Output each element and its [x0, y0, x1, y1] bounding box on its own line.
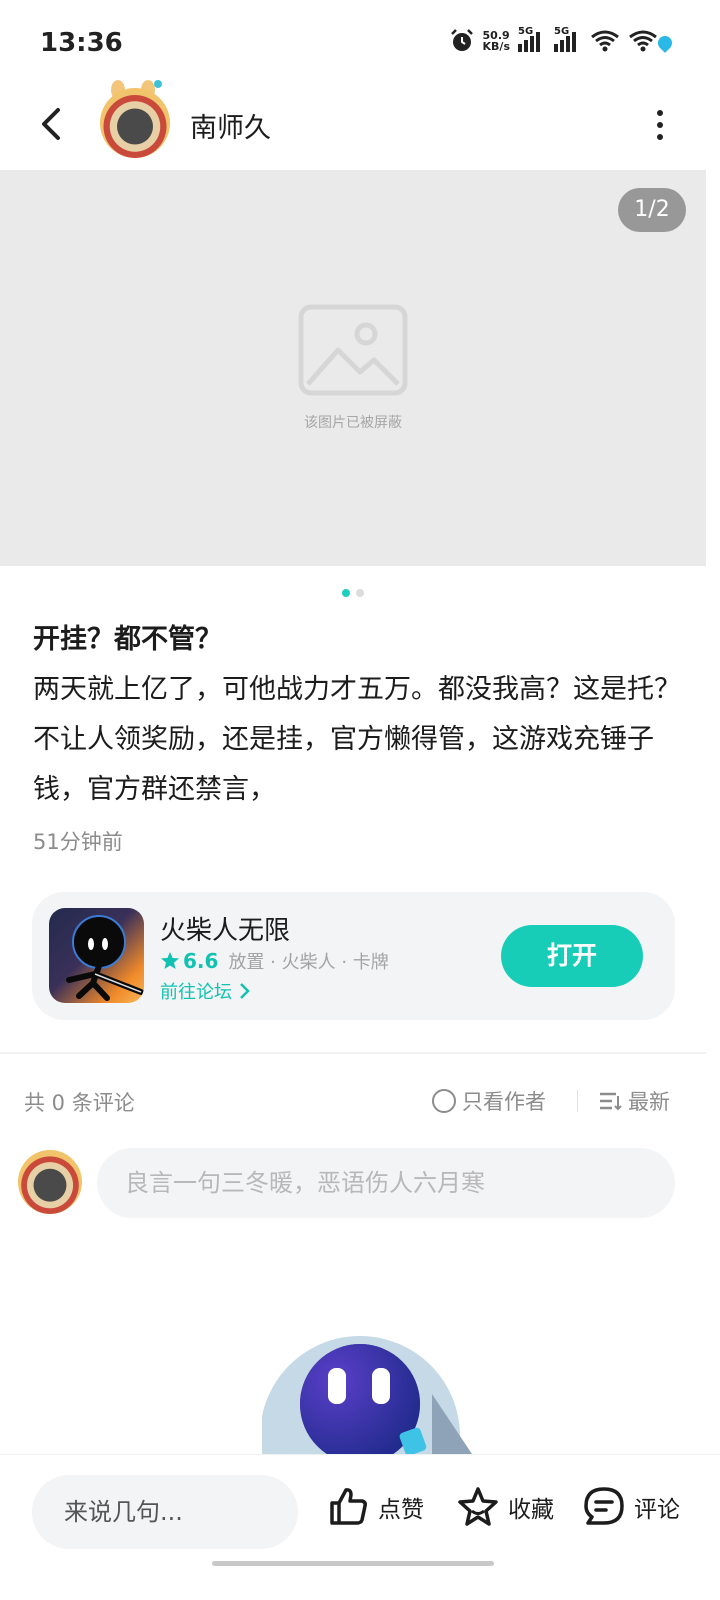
- pagination-dot: [356, 589, 364, 597]
- more-options-icon[interactable]: [654, 110, 666, 140]
- game-tags: 放置 · 火柴人 · 卡牌: [228, 952, 389, 973]
- comment-icon: [584, 1487, 624, 1525]
- bottom-bar: 来说几句... 点赞 收藏 评论: [0, 1454, 720, 1600]
- post-time: 51分钟前: [33, 830, 123, 854]
- alarm-icon: [450, 29, 473, 51]
- author-only-toggle[interactable]: 只看作者: [432, 1086, 546, 1116]
- post-title: 开挂？都不管？: [33, 624, 222, 655]
- favorite-button[interactable]: 收藏: [456, 1485, 554, 1529]
- my-avatar: [18, 1150, 82, 1214]
- game-name[interactable]: 火柴人无限: [160, 910, 290, 947]
- battery-icon: [655, 33, 675, 53]
- comment-button[interactable]: 评论: [582, 1485, 680, 1529]
- header: 南师久: [0, 80, 720, 170]
- divider: [577, 1090, 578, 1112]
- wifi-icon: [629, 30, 657, 52]
- open-game-button[interactable]: 打开: [501, 925, 643, 987]
- blocked-image-icon: [298, 304, 408, 396]
- status-icons: 50.9 KB/s 5G 5G: [449, 26, 658, 54]
- chevron-right-icon: [240, 983, 250, 999]
- net-speed: 50.9 KB/s: [482, 29, 510, 53]
- comment-input[interactable]: [97, 1148, 675, 1218]
- radio-icon[interactable]: [432, 1089, 456, 1113]
- sort-button[interactable]: 最新: [598, 1086, 670, 1116]
- avatar[interactable]: [100, 88, 170, 158]
- post-body: 两天就上亿了，可他战力才五万。都没我高？这是托？不让人领奖励，还是挂，官方懒得管…: [33, 674, 681, 805]
- say-something-input[interactable]: 来说几句...: [32, 1475, 298, 1549]
- empty-state-mascot-icon: [262, 1336, 472, 1454]
- image-gallery[interactable]: 1/2 该图片已被屏蔽: [0, 170, 706, 566]
- back-icon[interactable]: [32, 104, 72, 144]
- status-time: 13:36: [40, 28, 123, 58]
- like-button[interactable]: 点赞: [326, 1485, 424, 1529]
- stickman-icon: [66, 915, 144, 1001]
- status-bar: 13:36 50.9 KB/s 5G 5G: [0, 0, 720, 90]
- signal-icon: 5G: [518, 26, 546, 52]
- page-counter: 1/2: [618, 188, 686, 232]
- sort-icon: [600, 1092, 622, 1111]
- pagination-dot-active: [342, 589, 350, 597]
- divider: [0, 1052, 706, 1054]
- game-icon[interactable]: [49, 908, 144, 1003]
- wifi-icon: [591, 30, 619, 52]
- star-icon: [161, 952, 179, 969]
- star-icon: [458, 1487, 498, 1526]
- gallery-pagination: [342, 589, 364, 597]
- signal-icon: 5G: [554, 26, 582, 52]
- username[interactable]: 南师久: [190, 106, 271, 145]
- blocked-image-text: 该图片已被屏蔽: [304, 415, 402, 431]
- thumbs-up-icon: [330, 1488, 367, 1525]
- home-indicator[interactable]: [212, 1561, 494, 1566]
- comments-count: 共 0 条评论: [24, 1091, 135, 1115]
- game-meta: 6.6 放置 · 火柴人 · 卡牌: [160, 948, 389, 974]
- game-card[interactable]: 火柴人无限 6.6 放置 · 火柴人 · 卡牌 前往论坛 打开: [32, 892, 675, 1020]
- forum-link[interactable]: 前往论坛: [160, 978, 250, 1004]
- game-rating: 6.6: [160, 949, 218, 973]
